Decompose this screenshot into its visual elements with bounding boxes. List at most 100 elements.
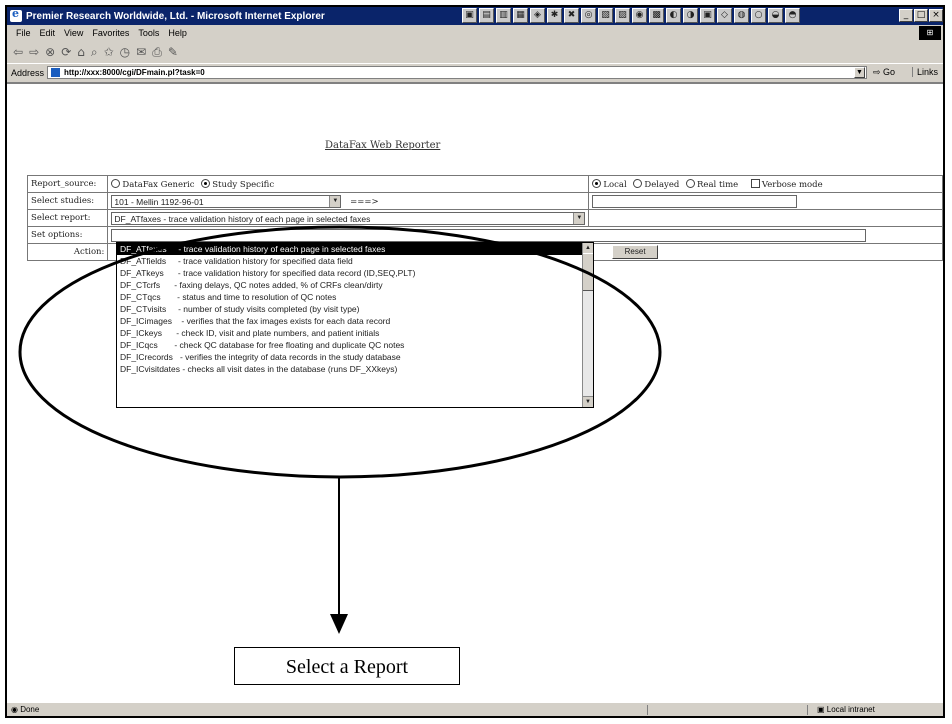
tray-icon[interactable]: ◉ [632, 8, 647, 23]
tray-icon[interactable]: ▤ [479, 8, 494, 23]
tray-icon[interactable]: ○ [751, 8, 766, 23]
radio-real-time-label: Real time [697, 179, 739, 190]
tray-icon[interactable]: ▨ [615, 8, 630, 23]
tray-icon[interactable]: ▣ [462, 8, 477, 23]
print-icon[interactable]: ⎙ [152, 45, 162, 60]
close-button[interactable]: × [929, 9, 943, 22]
dropdown-option[interactable]: DF_ATfields - trace validation history f… [117, 255, 593, 267]
status-bar: ◉ Done ▣ Local intranet [7, 702, 943, 716]
search-icon[interactable]: ⌕ [91, 45, 98, 60]
dropdown-option[interactable]: DF_ATkeys - trace validation history for… [117, 267, 593, 279]
set-options-cell [107, 226, 943, 244]
forward-icon[interactable]: ⇨ [29, 45, 39, 59]
options-input[interactable] [111, 228, 867, 242]
row-report-source: Report_source: DataFax Generic Study Spe… [26, 175, 943, 193]
dropdown-option[interactable]: DF_ICkeys - check ID, visit and plate nu… [117, 327, 593, 339]
tray-icon[interactable]: ◓ [785, 8, 800, 23]
radio-study-specific[interactable] [201, 178, 211, 188]
tray-icon[interactable]: ▦ [513, 8, 528, 23]
tray-icon[interactable]: ◇ [717, 8, 732, 23]
radio-local[interactable] [592, 178, 602, 188]
tray-icon[interactable]: ◐ [666, 8, 681, 23]
mode-options: Local Delayed Real time Verbose mode [588, 175, 943, 193]
tray-icon[interactable]: ◍ [734, 8, 749, 23]
stop-icon[interactable]: ⊗ [45, 45, 55, 59]
go-button[interactable]: ⇨ Go [873, 67, 895, 78]
radio-real-time[interactable] [686, 178, 696, 188]
reset-button[interactable]: Reset [612, 245, 659, 259]
scroll-down-icon[interactable]: ▼ [583, 396, 593, 407]
tray-icon[interactable]: ▩ [649, 8, 664, 23]
window-title: Premier Research Worldwide, Ltd. - Micro… [26, 10, 325, 22]
address-dropdown-icon[interactable]: ▼ [854, 67, 865, 78]
menu-tools[interactable]: Tools [138, 28, 159, 38]
page-title[interactable]: DataFax Web Reporter [325, 140, 440, 151]
menu-edit[interactable]: Edit [40, 28, 56, 38]
tray-icon[interactable]: ✱ [547, 8, 562, 23]
verbose-label: Verbose mode [761, 179, 823, 190]
select-studies-cell: 101 - Mellin 1192-96-01 ▼ ===> [107, 192, 590, 210]
tray-icon[interactable]: ✖ [564, 8, 579, 23]
select-studies-label: Select studies: [26, 192, 109, 210]
dropdown-option[interactable]: DF_ICrecords - verifies the integrity of… [117, 351, 593, 363]
radio-datafax-generic[interactable] [111, 178, 121, 188]
tray-icon[interactable]: ◒ [768, 8, 783, 23]
maximize-button[interactable]: □ [914, 9, 928, 22]
studies-detail-input[interactable] [592, 194, 798, 208]
windows-logo-icon: ⊞ [919, 26, 941, 40]
select-report-cell: DF_ATfaxes - trace validation history of… [107, 209, 590, 227]
back-icon[interactable]: ⇦ [13, 45, 23, 59]
dropdown-option[interactable]: DF_ATfaxes - trace validation history of… [117, 243, 593, 255]
radio-delayed[interactable] [633, 178, 643, 188]
status-divider [647, 705, 648, 715]
menu-bar: File Edit View Favorites Tools Help ⊞ [7, 25, 943, 41]
row-select-report: Select report: DF_ATfaxes - trace valida… [26, 209, 943, 227]
report-select[interactable]: DF_ATfaxes - trace validation history of… [111, 211, 586, 225]
tray-icon[interactable]: ◈ [530, 8, 545, 23]
tray-icon[interactable]: ▧ [598, 8, 613, 23]
chevron-down-icon[interactable]: ▼ [329, 195, 341, 207]
edit-icon[interactable]: ✎ [168, 45, 178, 59]
dropdown-option[interactable]: DF_CTcrfs - faxing delays, QC notes adde… [117, 279, 593, 291]
dropdown-option[interactable]: DF_ICimages - verifies that the fax imag… [117, 315, 593, 327]
report-dropdown-list: DF_ATfaxes - trace validation history of… [116, 242, 594, 408]
tray-icon[interactable]: ▣ [700, 8, 715, 23]
home-icon[interactable]: ⌂ [77, 45, 85, 59]
menu-favorites[interactable]: Favorites [92, 28, 129, 38]
mail-icon[interactable]: ✉ [136, 45, 146, 59]
links-button[interactable]: Links [912, 67, 938, 77]
address-input[interactable]: http://xxx:8000/cgi/DFmain.pl?task=0 [47, 66, 867, 79]
toolbar: ⇦ ⇨ ⊗ ⟳ ⌂ ⌕ ✩ ◷ ✉ ⎙ ✎ [7, 41, 943, 63]
dropdown-option[interactable]: DF_CTqcs - status and time to resolution… [117, 291, 593, 303]
go-label: Go [883, 67, 896, 77]
chevron-down-icon[interactable]: ▼ [573, 212, 585, 224]
menu-view[interactable]: View [64, 28, 83, 38]
taskbar-icons: ▣ ▤ ▥ ▦ ◈ ✱ ✖ ◎ ▧ ▨ ◉ ▩ ◐ ◑ ▣ ◇ ◍ ○ ◒ ◓ [462, 8, 800, 23]
row-select-studies: Select studies: 101 - Mellin 1192-96-01 … [26, 192, 943, 210]
dropdown-option[interactable]: DF_ICqcs - check QC database for free fl… [117, 339, 593, 351]
select-report-label: Select report: [26, 209, 109, 227]
favorites-icon[interactable]: ✩ [104, 45, 114, 59]
scroll-thumb[interactable] [583, 253, 593, 291]
set-options-label: Set options: [26, 226, 109, 244]
zone-indicator: ▣ Local intranet [817, 705, 875, 714]
zone-label: Local intranet [826, 705, 875, 714]
verbose-checkbox[interactable] [750, 178, 760, 188]
dropdown-option[interactable]: DF_ICvisitdates - checks all visit dates… [117, 363, 593, 375]
arrow-text: ===> [350, 196, 379, 207]
dropdown-scrollbar[interactable]: ▲ ▼ [582, 243, 593, 407]
history-icon[interactable]: ◷ [120, 45, 130, 59]
tray-icon[interactable]: ▥ [496, 8, 511, 23]
dropdown-option[interactable]: DF_CTvisits - number of study visits com… [117, 303, 593, 315]
menu-file[interactable]: File [16, 28, 31, 38]
tray-icon[interactable]: ◑ [683, 8, 698, 23]
tray-icon[interactable]: ◎ [581, 8, 596, 23]
report-select-value: DF_ATfaxes - trace validation history of… [114, 213, 371, 224]
radio-study-specific-label: Study Specific [212, 179, 275, 190]
radio-local-label: Local [603, 179, 627, 190]
studies-select[interactable]: 101 - Mellin 1192-96-01 ▼ [111, 194, 342, 208]
menu-help[interactable]: Help [168, 28, 187, 38]
refresh-icon[interactable]: ⟳ [61, 45, 71, 59]
report-source-label: Report_source: [26, 175, 109, 193]
minimize-button[interactable]: _ [899, 9, 913, 22]
